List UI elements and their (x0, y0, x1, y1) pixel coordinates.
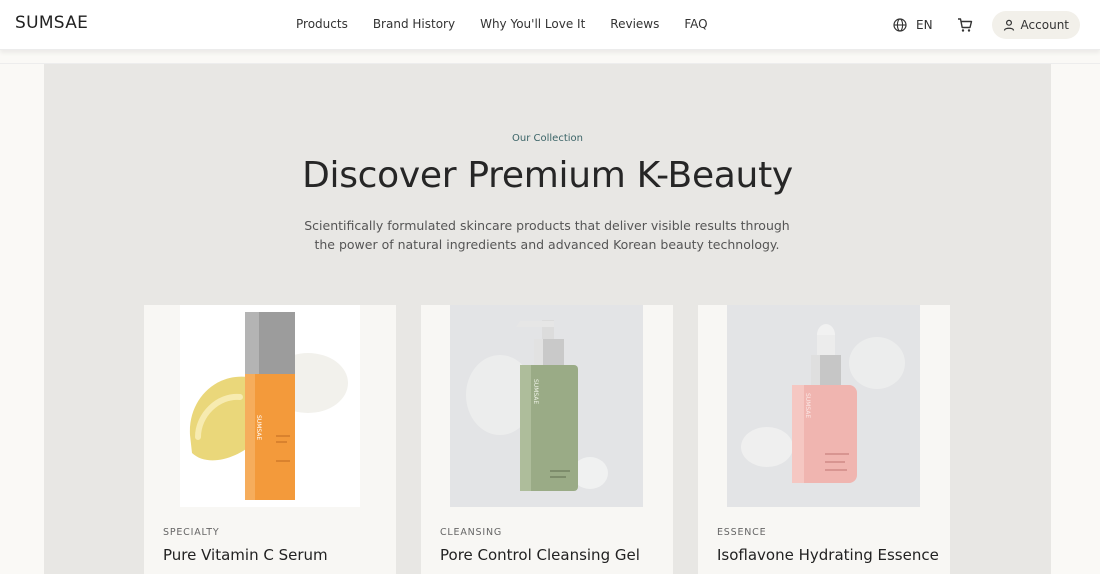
nav-faq[interactable]: FAQ (684, 17, 707, 31)
product-category: SPECIALTY (163, 527, 220, 538)
section-eyebrow: Our Collection (512, 133, 583, 144)
nav-brand-history[interactable]: Brand History (373, 17, 455, 31)
globe-icon (893, 18, 907, 32)
product-name[interactable]: Pure Vitamin C Serum (163, 545, 388, 565)
nav-why-love-it[interactable]: Why You'll Love It (480, 17, 585, 31)
product-name[interactable]: Pore Control Cleansing Gel (440, 545, 665, 565)
product-image-vitamin-c[interactable]: SUMSAE (180, 305, 360, 507)
section-description: Scientifically formulated skincare produ… (304, 218, 790, 252)
product-category: ESSENCE (717, 527, 767, 538)
product-card-vitamin-c[interactable]: SUMSAE SPECIALTY Pure Vitamin C Serum (144, 305, 396, 574)
nav-reviews[interactable]: Reviews (610, 17, 659, 31)
user-icon (1003, 19, 1014, 31)
product-name[interactable]: Isoflavone Hydrating Essence (717, 545, 942, 565)
product-card-cleansing-gel[interactable]: SUMSAE CLEANSING Pore Control Cleansing … (421, 305, 673, 574)
language-selector[interactable]: EN (893, 18, 933, 32)
nav-products[interactable]: Products (296, 17, 348, 31)
main-nav: Products Brand History Why You'll Love I… (296, 17, 733, 31)
cart-icon (957, 18, 972, 32)
product-category: CLEANSING (440, 527, 503, 538)
account-button[interactable]: Account (991, 11, 1080, 39)
cart-button[interactable] (957, 17, 973, 33)
header-tools: EN Account (893, 11, 1080, 39)
svg-text:SUMSAE: SUMSAE (804, 393, 811, 418)
brand-logo[interactable]: SUMSAE (15, 13, 88, 33)
language-label: EN (915, 18, 933, 32)
product-image-cleansing-gel[interactable]: SUMSAE (450, 305, 643, 507)
svg-text:SUMSAE: SUMSAE (255, 415, 262, 440)
product-card-isoflavone-essence[interactable]: SUMSAE ESSENCE Isoflavone Hydrating Esse… (698, 305, 950, 574)
site-header: SUMSAE Products Brand History Why You'll… (0, 0, 1100, 50)
section-title: Discover Premium K-Beauty (302, 155, 793, 196)
collection-section: Our Collection Discover Premium K-Beauty… (44, 64, 1051, 574)
account-label: Account (1020, 18, 1069, 32)
product-image-isoflavone-essence[interactable]: SUMSAE (727, 305, 920, 507)
svg-text:SUMSAE: SUMSAE (532, 379, 539, 404)
